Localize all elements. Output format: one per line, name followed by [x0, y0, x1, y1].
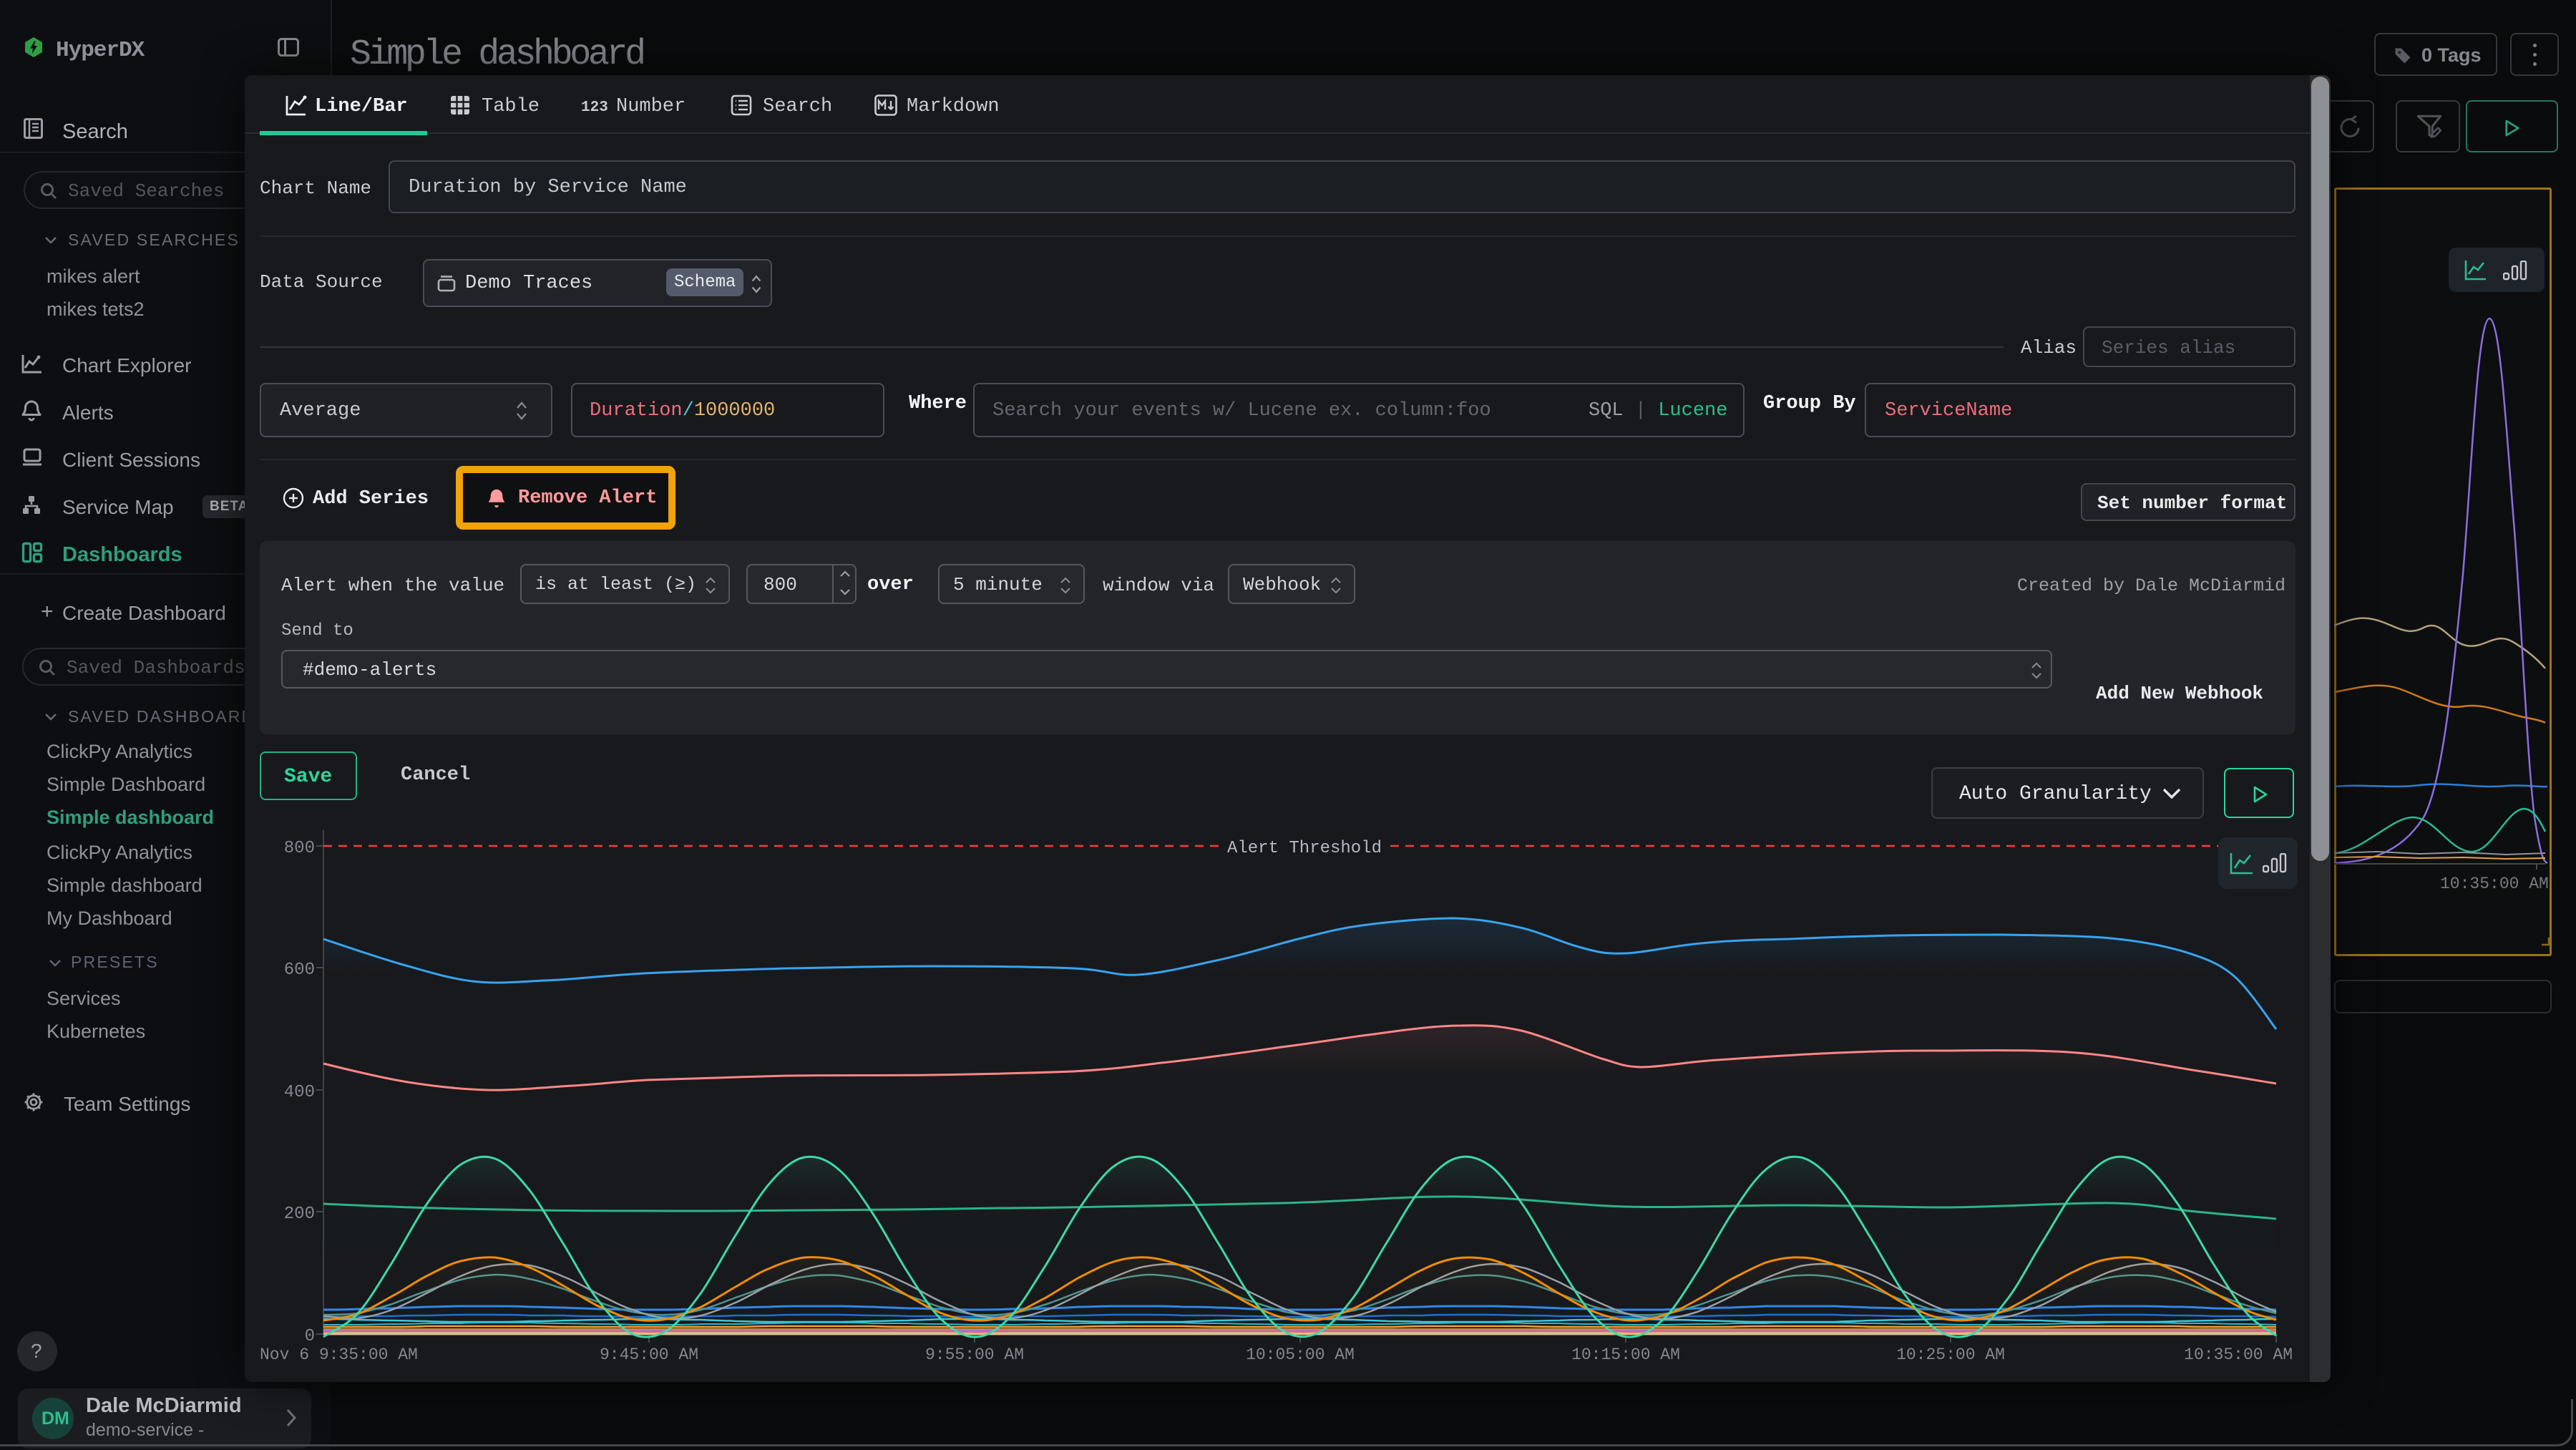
svg-text:10:05:00 AM: 10:05:00 AM — [1246, 1346, 1355, 1364]
svg-text:400: 400 — [284, 1083, 315, 1102]
svg-text:9:55:00 AM: 9:55:00 AM — [925, 1346, 1024, 1364]
svg-text:600: 600 — [284, 960, 315, 980]
svg-text:Alert Threshold: Alert Threshold — [1227, 839, 1382, 858]
svg-text:Nov 6 9:35:00 AM: Nov 6 9:35:00 AM — [260, 1346, 418, 1364]
svg-text:200: 200 — [284, 1205, 315, 1224]
svg-text:9:45:00 AM: 9:45:00 AM — [600, 1346, 698, 1364]
svg-text:10:25:00 AM: 10:25:00 AM — [1896, 1346, 2005, 1364]
svg-text:10:15:00 AM: 10:15:00 AM — [1571, 1346, 1680, 1364]
svg-text:0: 0 — [305, 1327, 315, 1346]
svg-text:10:35:00 AM: 10:35:00 AM — [2184, 1346, 2293, 1364]
svg-text:800: 800 — [284, 839, 315, 858]
